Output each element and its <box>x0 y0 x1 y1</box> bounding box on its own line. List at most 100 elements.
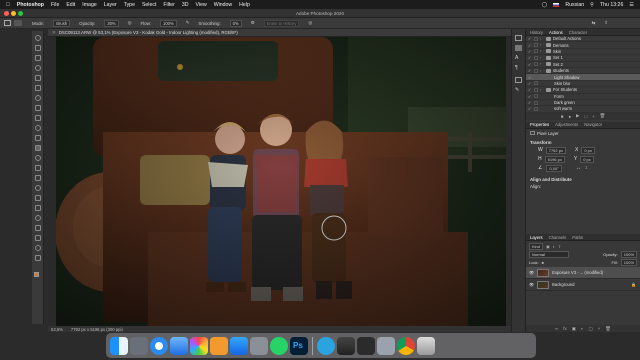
history-brush-tool-icon[interactable] <box>14 20 22 26</box>
mode-select[interactable]: Brush <box>53 19 71 27</box>
action-dialog-toggle[interactable] <box>534 106 538 111</box>
input-language[interactable]: Russian <box>565 2 584 8</box>
menu-window[interactable]: Window <box>214 2 232 8</box>
action-toggle-checkbox[interactable]: ✓ <box>528 62 532 67</box>
actions-panel-icon[interactable] <box>515 45 522 51</box>
tab-paths[interactable]: Paths <box>572 235 583 240</box>
monitor-icon[interactable] <box>377 336 395 355</box>
dodge-tool-icon[interactable] <box>35 185 41 191</box>
fill-input[interactable]: 100% <box>620 259 637 266</box>
history-panel-icon[interactable] <box>515 35 522 41</box>
photos-icon[interactable] <box>190 336 208 355</box>
zoom-window-icon[interactable] <box>18 11 23 16</box>
action-dialog-toggle[interactable] <box>534 87 538 92</box>
h-input[interactable]: 5196 px <box>544 155 565 163</box>
add-mask-icon[interactable]: ▣ <box>572 326 576 332</box>
expand-chevron-icon[interactable]: › <box>540 62 544 66</box>
w-input[interactable]: 7792 px <box>545 146 566 154</box>
filter-pixel-icon[interactable]: ▣ <box>546 244 550 249</box>
home-icon[interactable] <box>4 20 11 26</box>
airbrush-icon[interactable]: ✎ <box>186 20 190 26</box>
expand-chevron-icon[interactable]: › <box>540 69 544 73</box>
quicktime-icon[interactable] <box>357 336 375 355</box>
menu-help[interactable]: Help <box>239 2 250 8</box>
delete-action-icon[interactable]: 🗑 <box>600 113 606 119</box>
tab-properties[interactable]: Properties <box>530 122 549 127</box>
layer-row[interactable]: 👁 Background 🔒 <box>526 279 640 291</box>
expand-chevron-icon[interactable]: › <box>540 49 544 53</box>
smoothing-input[interactable]: 0% <box>229 19 242 27</box>
eraser-tool-icon[interactable] <box>35 155 41 161</box>
healing-brush-tool-icon[interactable] <box>35 115 41 121</box>
rectangle-tool-icon[interactable] <box>35 225 41 231</box>
visibility-eye-icon[interactable]: 👁 <box>529 270 534 275</box>
action-dialog-toggle[interactable] <box>534 94 538 99</box>
foreground-color-swatch[interactable] <box>34 272 39 277</box>
layer-opacity-input[interactable]: 100% <box>620 251 637 258</box>
opacity-input[interactable]: 30% <box>104 19 119 27</box>
menu-select[interactable]: Select <box>142 2 156 8</box>
tab-actions[interactable]: Actions <box>549 30 563 35</box>
expand-chevron-icon[interactable]: › <box>540 37 544 41</box>
tab-history[interactable]: History <box>530 30 543 35</box>
stop-icon[interactable]: ■ <box>561 114 564 119</box>
action-dialog-toggle[interactable] <box>534 49 538 54</box>
lasso-tool-icon[interactable] <box>35 65 41 71</box>
zoom-tool-icon[interactable] <box>35 245 41 251</box>
action-toggle-checkbox[interactable]: ✓ <box>528 87 532 92</box>
close-window-icon[interactable] <box>4 11 9 16</box>
action-dialog-toggle[interactable] <box>534 75 538 80</box>
erase-to-history-checkbox[interactable]: Erase to History <box>263 19 300 27</box>
keynote-icon[interactable] <box>337 336 355 355</box>
tab-character[interactable]: Character <box>569 30 587 35</box>
menu-file[interactable]: File <box>51 2 59 8</box>
mail-icon[interactable] <box>170 336 188 355</box>
action-dialog-toggle[interactable] <box>534 68 538 73</box>
layer-row[interactable]: 👁 Exposure V3 - ... (modified) <box>526 267 640 279</box>
app-store-icon[interactable] <box>230 336 248 355</box>
trash-icon[interactable] <box>417 336 435 355</box>
action-toggle-checkbox[interactable]: ✓ <box>528 81 532 86</box>
tab-layers[interactable]: Layers <box>530 235 543 240</box>
chrome-icon[interactable] <box>397 336 415 355</box>
finder-icon[interactable] <box>110 336 128 355</box>
new-group-icon[interactable]: ▢ <box>589 326 593 332</box>
apple-menu-icon[interactable]:  <box>6 2 10 8</box>
flip-horizontal-icon[interactable]: ↔ <box>576 165 581 171</box>
expand-chevron-icon[interactable]: › <box>540 56 544 60</box>
menu-image[interactable]: Image <box>82 2 96 8</box>
zoom-level[interactable]: 53,6% <box>51 327 63 332</box>
launchpad-icon[interactable] <box>130 336 148 355</box>
search-icon[interactable]: ⚲ <box>590 2 594 8</box>
menu-app-name[interactable]: Photoshop <box>17 2 44 8</box>
tab-adjustments[interactable]: Adjustments <box>555 122 578 127</box>
new-action-icon[interactable]: + <box>592 114 595 119</box>
action-dialog-toggle[interactable] <box>534 36 538 41</box>
delete-layer-icon[interactable]: 🗑 <box>605 326 611 332</box>
blur-tool-icon[interactable] <box>35 175 41 181</box>
eyedropper-tool-icon[interactable] <box>35 105 41 111</box>
menu-layer[interactable]: Layer <box>104 2 117 8</box>
photoshop-icon[interactable]: Ps <box>290 336 308 355</box>
menu-edit[interactable]: Edit <box>66 2 75 8</box>
paragraph-panel-icon[interactable]: ¶ <box>515 65 522 71</box>
edit-toolbar-icon[interactable] <box>35 255 41 261</box>
new-layer-icon[interactable]: + <box>598 326 601 331</box>
hand-tool-icon[interactable] <box>35 235 41 241</box>
type-tool-icon[interactable] <box>35 205 41 211</box>
flip-vertical-icon[interactable]: ↕ <box>585 165 588 171</box>
smoothing-settings-icon[interactable]: ⚙ <box>251 20 255 26</box>
kind-filter-select[interactable]: Kind <box>529 243 544 250</box>
tab-navigator[interactable]: Navigator <box>584 122 602 127</box>
adjustment-layer-icon[interactable]: ◐ <box>581 326 584 331</box>
safari-icon[interactable] <box>150 336 168 355</box>
control-center-icon[interactable]: ☰ <box>629 2 634 8</box>
x-input[interactable]: 0 px <box>581 146 595 154</box>
brush-tool-icon[interactable] <box>35 125 41 131</box>
swatches-panel-icon[interactable] <box>515 77 522 83</box>
action-toggle-checkbox[interactable]: ✓ <box>528 36 532 41</box>
menu-view[interactable]: View <box>196 2 207 8</box>
pressure-opacity-icon[interactable]: ◎ <box>128 20 132 26</box>
frame-tool-icon[interactable] <box>35 95 41 101</box>
menu-filter[interactable]: Filter <box>163 2 175 8</box>
